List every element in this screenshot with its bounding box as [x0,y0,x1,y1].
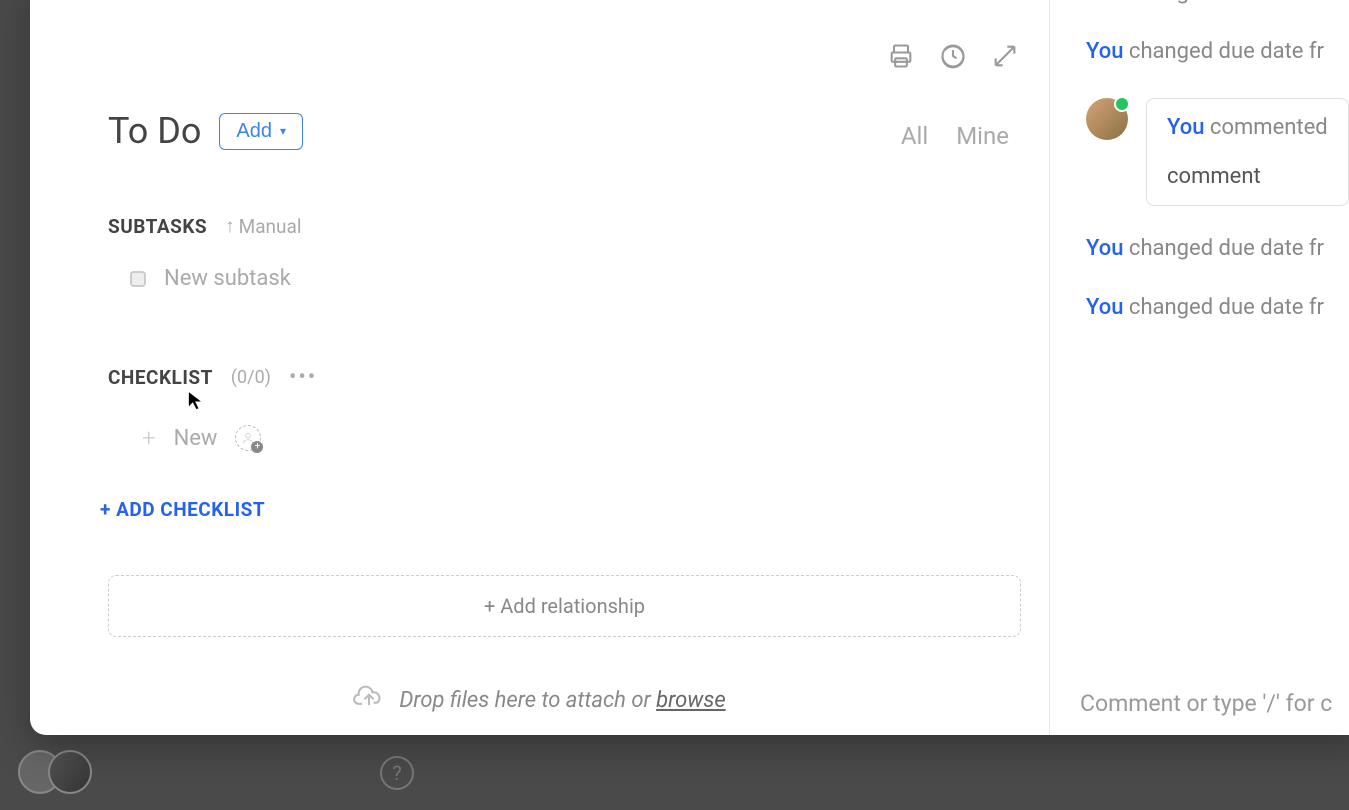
filter-all[interactable]: All [901,122,928,150]
dropzone-text: Drop files here to attach or browse [399,688,725,713]
dropzone-prefix: Drop files here to attach or [399,688,656,713]
filter-tabs: All Mine [901,122,1009,150]
plus-icon: + [142,424,156,452]
add-button[interactable]: Add ▾ [219,113,303,150]
expand-icon[interactable] [991,42,1019,74]
checklist-input-row[interactable]: + New + [30,424,1049,452]
checklist-input[interactable]: New [174,426,218,451]
print-icon[interactable] [887,42,915,74]
chevron-down-icon: ▾ [280,124,286,138]
activity-actor: You [1086,39,1123,64]
sort-label: Manual [239,215,302,238]
checklist-count: (0/0) [231,367,271,388]
subtasks-label: SUBTASKS [108,215,207,238]
assign-plus-badge: + [251,441,263,453]
cursor-icon [187,390,205,416]
comment-body: comment [1167,164,1328,189]
background-avatars [18,750,78,794]
activity-item: You changed due date fr [1086,0,1349,5]
activity-comment: You commented comment [1086,98,1349,206]
history-icon[interactable] [939,42,967,74]
activity-actor: You [1086,236,1123,261]
activity-item: You changed due date fr [1086,39,1349,64]
activity-list: You changed due date fr You changed due … [1086,0,1349,320]
checklist-heading: CHECKLIST (0/0) ••• [30,365,1049,390]
avatar[interactable] [1086,98,1128,140]
task-header: To Do Add ▾ [30,0,1049,152]
file-dropzone[interactable]: Drop files here to attach or browse [30,683,1049,717]
activity-item: You changed due date fr [1086,236,1349,261]
add-checklist-button[interactable]: + ADD CHECKLIST [30,498,1049,521]
checklist-menu-icon[interactable]: ••• [289,365,317,390]
subtasks-heading: SUBTASKS ↑ Manual [30,214,1049,238]
avatar-stub [48,750,92,794]
comment-action: commented [1204,115,1327,140]
comment-bubble: You commented comment [1146,98,1349,206]
activity-actor: You [1086,0,1123,5]
comment-input[interactable]: Comment or type '/' for c [1080,690,1349,717]
checklist-label: CHECKLIST [108,366,213,389]
activity-text: changed due date fr [1123,236,1324,261]
activity-text: changed due date fr [1123,0,1324,5]
assign-user-icon[interactable]: + [235,425,261,451]
subtasks-sort[interactable]: ↑ Manual [225,214,301,238]
filter-mine[interactable]: Mine [956,122,1009,150]
main-panel: To Do Add ▾ All Mine SUBTASKS ↑ Manual N… [30,0,1050,735]
subtask-input[interactable]: New subtask [164,266,291,291]
cloud-upload-icon [353,683,385,717]
help-icon[interactable]: ? [380,756,414,790]
task-modal: To Do Add ▾ All Mine SUBTASKS ↑ Manual N… [30,0,1349,735]
browse-link[interactable]: browse [656,688,726,713]
task-title: To Do [108,110,201,152]
activity-item: You changed due date fr [1086,295,1349,320]
activity-actor: You [1086,295,1123,320]
add-button-label: Add [236,120,272,143]
activity-text: changed due date fr [1123,295,1324,320]
comment-header: You commented [1167,115,1328,140]
subtask-checkbox[interactable] [130,271,146,287]
activity-text: changed due date fr [1123,39,1324,64]
sort-arrow-icon: ↑ [225,214,235,238]
comment-actor: You [1167,115,1204,140]
activity-panel: You changed due date fr You changed due … [1050,0,1349,735]
toolbar [887,42,1019,74]
add-relationship-button[interactable]: + Add relationship [108,575,1021,637]
subtask-input-row[interactable]: New subtask [30,266,1049,291]
